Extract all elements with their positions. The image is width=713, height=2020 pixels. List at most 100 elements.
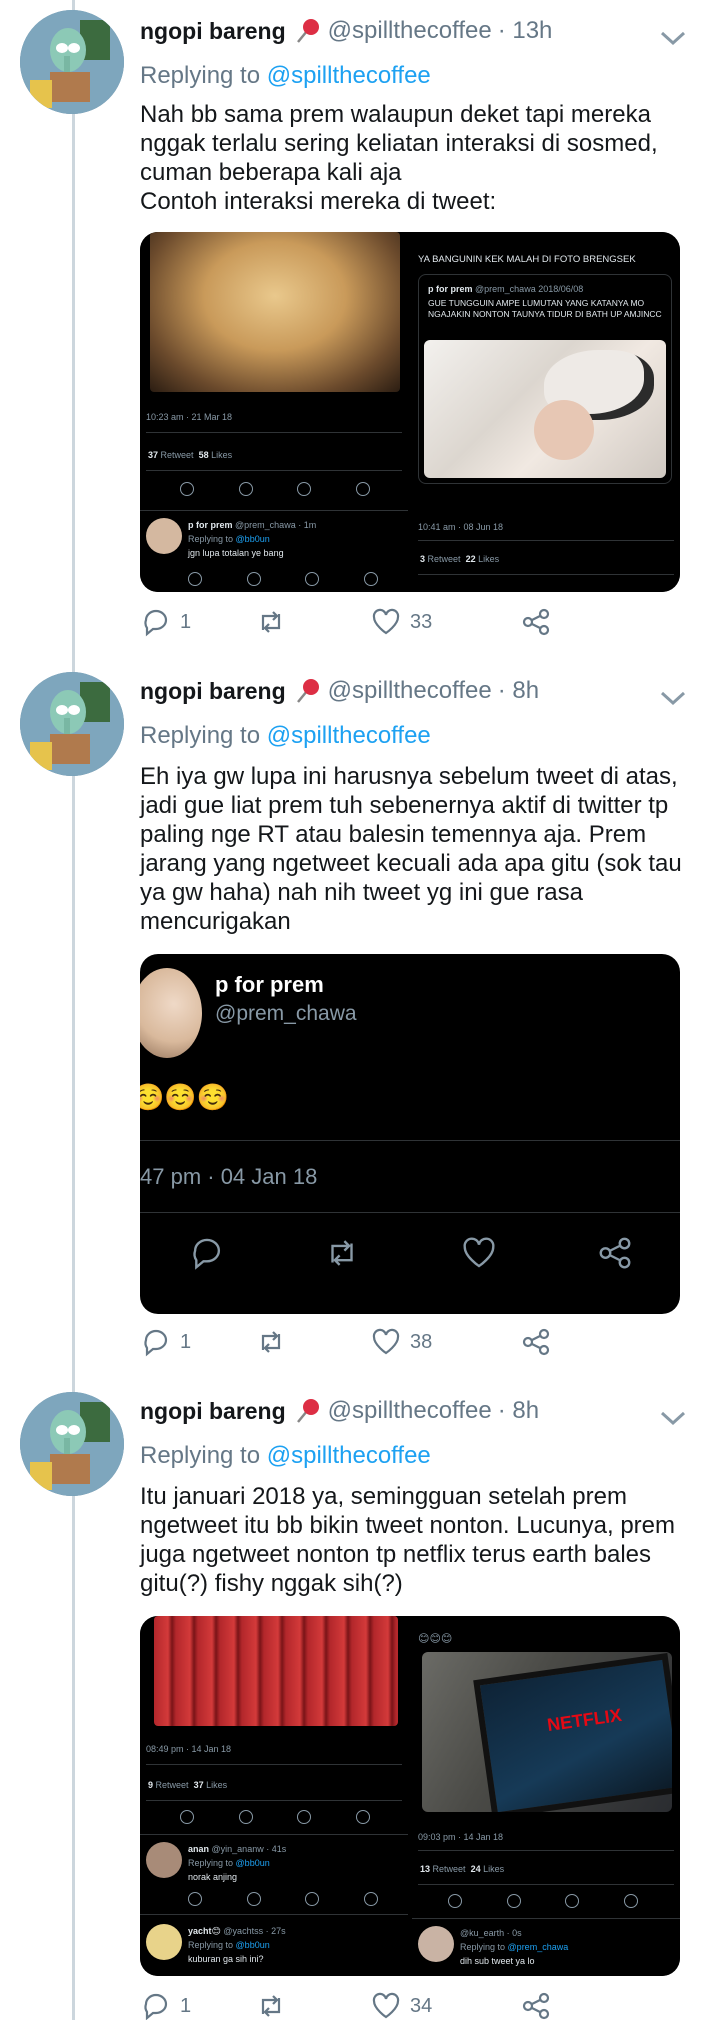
retweet-button[interactable] bbox=[255, 1322, 287, 1362]
retweet-count: 37 bbox=[148, 450, 159, 460]
media-caption: YA BANGUNIN KEK MALAH DI FOTO BRENGSEK bbox=[418, 254, 636, 265]
user-handle[interactable]: @spillthecoffee bbox=[328, 677, 492, 705]
share-icon bbox=[522, 608, 550, 636]
tweet-media[interactable]: 08:49 pm · 14 Jan 18 9 Retweet 37 Likes … bbox=[140, 1616, 680, 1976]
reply-button[interactable]: 1 bbox=[140, 1986, 191, 2020]
retweet-button[interactable] bbox=[255, 602, 287, 642]
reply-name: p for prem bbox=[188, 520, 233, 530]
retweet-icon bbox=[261, 611, 281, 633]
heart-icon bbox=[372, 1992, 400, 2019]
reply-button[interactable]: 1 bbox=[140, 1322, 191, 1362]
cinema-seats-photo bbox=[154, 1616, 398, 1726]
quoted-text: GUE TUNGGUIN AMPE LUMUTAN YANG KATANYA M… bbox=[428, 298, 662, 319]
share-icon bbox=[599, 1237, 631, 1269]
media-left-time: 10:23 am · 21 Mar 18 bbox=[146, 412, 233, 422]
card-action-bar bbox=[188, 1234, 631, 1278]
card-emoji-text: ☺️☺️☺️ bbox=[140, 1082, 230, 1112]
emoji-text: 😊😊😊 bbox=[418, 1633, 453, 1645]
share-button[interactable] bbox=[520, 602, 552, 642]
media-left-screenshot[interactable]: 08:49 pm · 14 Jan 18 9 Retweet 37 Likes … bbox=[140, 1616, 408, 1976]
retweet-icon bbox=[331, 1240, 353, 1266]
retweet-button[interactable] bbox=[255, 1986, 287, 2020]
tweet-text: Nah bb sama prem walaupun deket tapi mer… bbox=[140, 101, 658, 215]
user-avatar[interactable] bbox=[20, 672, 124, 776]
chevron-down-icon[interactable] bbox=[659, 1408, 687, 1428]
share-button[interactable] bbox=[520, 1322, 552, 1362]
soup-photo bbox=[150, 232, 400, 392]
replying-to: Replying to @spillthecoffee bbox=[140, 722, 431, 749]
like-button[interactable]: 34 bbox=[370, 1986, 432, 2020]
tweet-action-bar: 1 38 bbox=[140, 1322, 620, 1362]
mini-action-bar bbox=[180, 482, 370, 496]
replying-to: Replying to @spillthecoffee bbox=[140, 62, 431, 89]
media-right-screenshot[interactable]: 😊😊😊 NETFLIX 09:03 pm · 14 Jan 18 13 Retw… bbox=[412, 1616, 680, 1976]
tweet-timestamp[interactable]: · 8h bbox=[498, 677, 539, 705]
media-right-time: 10:41 am · 08 Jun 18 bbox=[418, 522, 504, 532]
user-avatar[interactable] bbox=[20, 10, 124, 114]
squidward-avatar-icon bbox=[20, 10, 124, 114]
thread-connector-line bbox=[72, 0, 75, 2020]
display-name[interactable]: ngopi bareng bbox=[140, 18, 286, 45]
reply-text: jgn lupa totalan ye bang bbox=[188, 548, 284, 558]
tweet-text: Itu januari 2018 ya, semingguan setelah … bbox=[140, 1483, 676, 1597]
pushpin-emoji-icon bbox=[292, 676, 322, 706]
share-icon bbox=[522, 1992, 550, 2020]
tweet-timestamp[interactable]: · 8h bbox=[498, 1397, 539, 1425]
pushpin-emoji-icon bbox=[292, 16, 322, 46]
card-timestamp: 47 pm · 04 Jan 18 bbox=[140, 1164, 318, 1189]
like-count: 33 bbox=[410, 610, 433, 633]
bath-photo bbox=[424, 340, 666, 478]
heart-icon bbox=[372, 608, 400, 635]
replying-to: Replying to @spillthecoffee bbox=[140, 1442, 431, 1469]
display-name[interactable]: ngopi bareng bbox=[140, 1398, 286, 1425]
reply-icon bbox=[144, 1993, 168, 2020]
replying-to-link[interactable]: @spillthecoffee bbox=[267, 1442, 431, 1469]
user-handle[interactable]: @spillthecoffee bbox=[328, 1397, 492, 1425]
retweet-icon bbox=[261, 1331, 281, 1353]
replying-to-link[interactable]: @spillthecoffee bbox=[267, 722, 431, 749]
heart-icon bbox=[463, 1237, 495, 1268]
reply-button[interactable]: 1 bbox=[140, 602, 191, 642]
like-count: 38 bbox=[410, 1330, 433, 1353]
like-count: 58 bbox=[198, 450, 209, 460]
reply-icon bbox=[144, 1329, 168, 1357]
retweet-icon bbox=[261, 1995, 281, 2017]
reply2-avatar bbox=[146, 1924, 182, 1960]
chevron-down-icon[interactable] bbox=[659, 28, 687, 48]
share-button[interactable] bbox=[520, 1986, 552, 2020]
reply-icon bbox=[144, 609, 168, 637]
like-button[interactable]: 38 bbox=[370, 1322, 432, 1362]
user-avatar[interactable] bbox=[20, 1392, 124, 1496]
like-count: 34 bbox=[410, 1994, 433, 2017]
reply-avatar bbox=[146, 518, 182, 554]
media-left-time: 08:49 pm · 14 Jan 18 bbox=[146, 1744, 232, 1754]
reply-icon bbox=[193, 1238, 221, 1270]
media-right-time: 09:03 pm · 14 Jan 18 bbox=[418, 1832, 504, 1842]
squidward-avatar-icon bbox=[20, 1392, 124, 1496]
embedded-tweet-card[interactable]: p for prem @prem_chawa ☺️☺️☺️ 47 pm · 04… bbox=[140, 954, 680, 1314]
tweet-action-bar: 1 33 bbox=[140, 602, 620, 642]
reply-count: 1 bbox=[180, 610, 192, 633]
media-left-screenshot[interactable]: 10:23 am · 21 Mar 18 37 Retweet 58 Likes… bbox=[140, 232, 408, 592]
tweet-action-bar: 1 34 bbox=[140, 1986, 620, 2020]
share-icon bbox=[522, 1328, 550, 1356]
tweet-timestamp[interactable]: · 13h bbox=[498, 17, 553, 45]
netflix-photo: NETFLIX bbox=[422, 1652, 672, 1812]
media-right-screenshot[interactable]: YA BANGUNIN KEK MALAH DI FOTO BRENGSEK p… bbox=[412, 232, 680, 592]
like-button[interactable]: 33 bbox=[370, 602, 432, 642]
reply1-avatar bbox=[146, 1842, 182, 1878]
user-handle[interactable]: @spillthecoffee bbox=[328, 17, 492, 45]
reply-count: 1 bbox=[180, 1330, 192, 1353]
earth-avatar bbox=[418, 1926, 454, 1962]
tweet-media[interactable]: 10:23 am · 21 Mar 18 37 Retweet 58 Likes… bbox=[140, 232, 680, 592]
reply-count: 1 bbox=[180, 1994, 192, 2017]
card-handle: @prem_chawa bbox=[215, 1002, 357, 1025]
card-avatar bbox=[140, 968, 202, 1058]
squidward-avatar-icon bbox=[20, 672, 124, 776]
replying-to-link[interactable]: @spillthecoffee bbox=[267, 62, 431, 89]
chevron-down-icon[interactable] bbox=[659, 688, 687, 708]
pushpin-emoji-icon bbox=[292, 1396, 322, 1426]
display-name[interactable]: ngopi bareng bbox=[140, 678, 286, 705]
heart-icon bbox=[372, 1328, 400, 1355]
card-display-name: p for prem bbox=[215, 972, 324, 997]
